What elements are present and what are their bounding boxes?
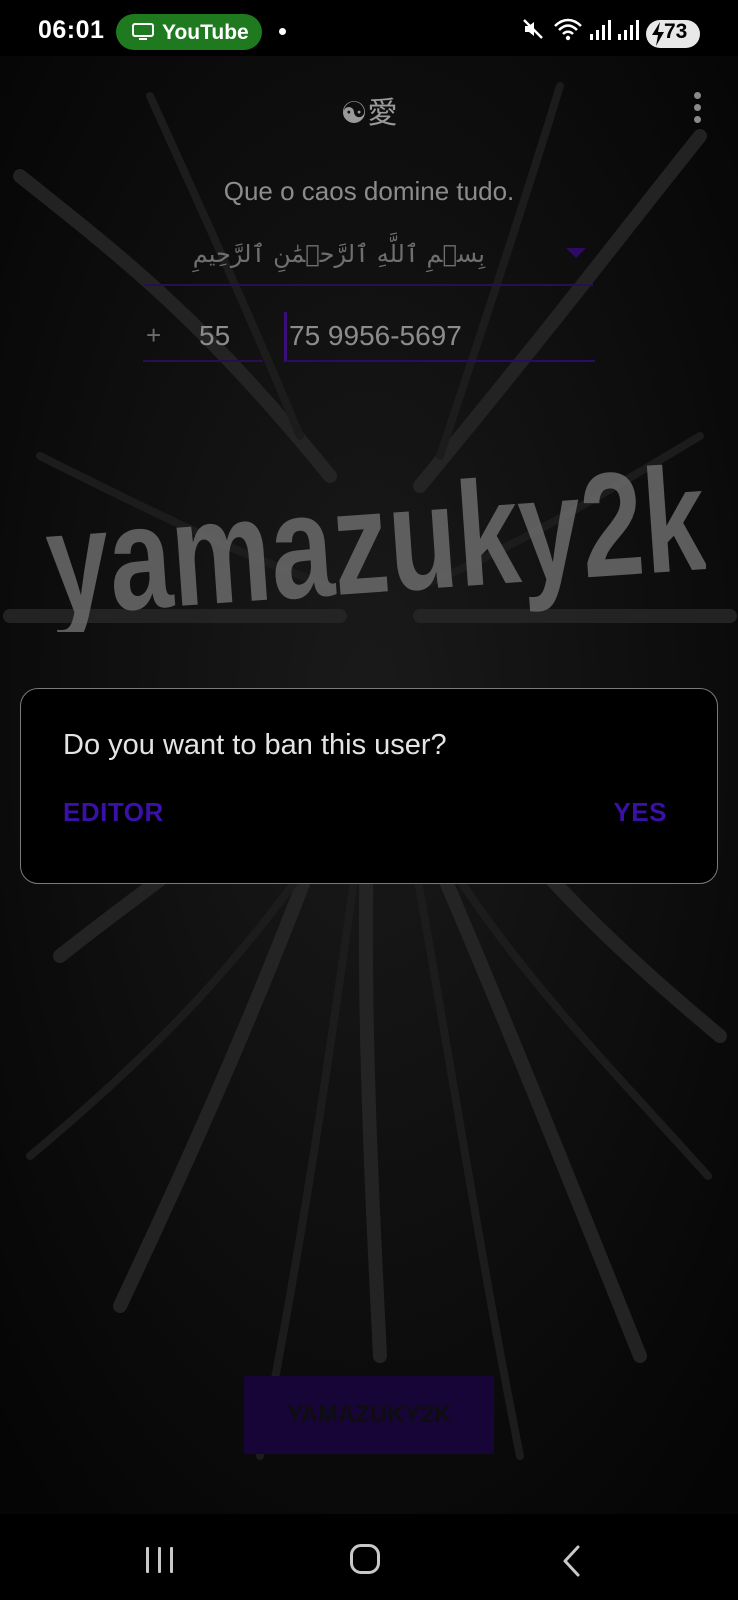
- phone-number-input[interactable]: 75 9956-5697: [284, 312, 595, 362]
- main-action-button[interactable]: YAMAZUKY2K: [244, 1376, 494, 1454]
- signal-icon: [590, 20, 611, 40]
- editor-button[interactable]: EDITOR: [63, 797, 164, 828]
- battery-level: 73: [664, 20, 688, 43]
- ban-user-dialog: Do you want to ban this user? EDITOR YES: [20, 688, 718, 884]
- app-title: ☯愛: [340, 97, 398, 130]
- country-select-value: بِسۡمِ ٱللَّهِ ٱلرَّحۡمَٰنِ ٱلرَّحِيمِ: [192, 240, 485, 268]
- home-icon[interactable]: [350, 1544, 380, 1574]
- notification-dot: [279, 28, 286, 35]
- logo-text: yamazuky2k: [46, 452, 706, 632]
- dialog-message: Do you want to ban this user?: [63, 729, 447, 761]
- mute-icon: [523, 19, 543, 39]
- active-app-pill[interactable]: YouTube: [116, 14, 262, 50]
- wifi-icon: [554, 18, 582, 41]
- back-icon[interactable]: [560, 1544, 584, 1578]
- navigation-bar: [0, 1514, 738, 1600]
- country-select[interactable]: بِسۡمِ ٱللَّهِ ٱلرَّحۡمَٰنِ ٱلرَّحِيمِ: [143, 232, 593, 286]
- phone-number-value: 75 9956-5697: [289, 320, 462, 351]
- logo-watermark: yamazuky2k: [46, 452, 706, 632]
- signal-icon-2: [618, 20, 639, 40]
- active-app-label: YouTube: [162, 21, 249, 44]
- status-time: 06:01: [38, 16, 105, 44]
- status-bar: 06:01 YouTube 73: [0, 0, 738, 56]
- country-code-input[interactable]: 55: [143, 312, 263, 362]
- dropdown-arrow-icon: [566, 248, 586, 258]
- tv-icon: [132, 23, 154, 40]
- country-code-value: 55: [199, 320, 231, 351]
- yes-button[interactable]: YES: [613, 797, 667, 828]
- recents-icon[interactable]: [146, 1547, 174, 1573]
- more-options-icon[interactable]: [690, 92, 704, 126]
- tagline: Que o caos domine tudo.: [223, 176, 515, 206]
